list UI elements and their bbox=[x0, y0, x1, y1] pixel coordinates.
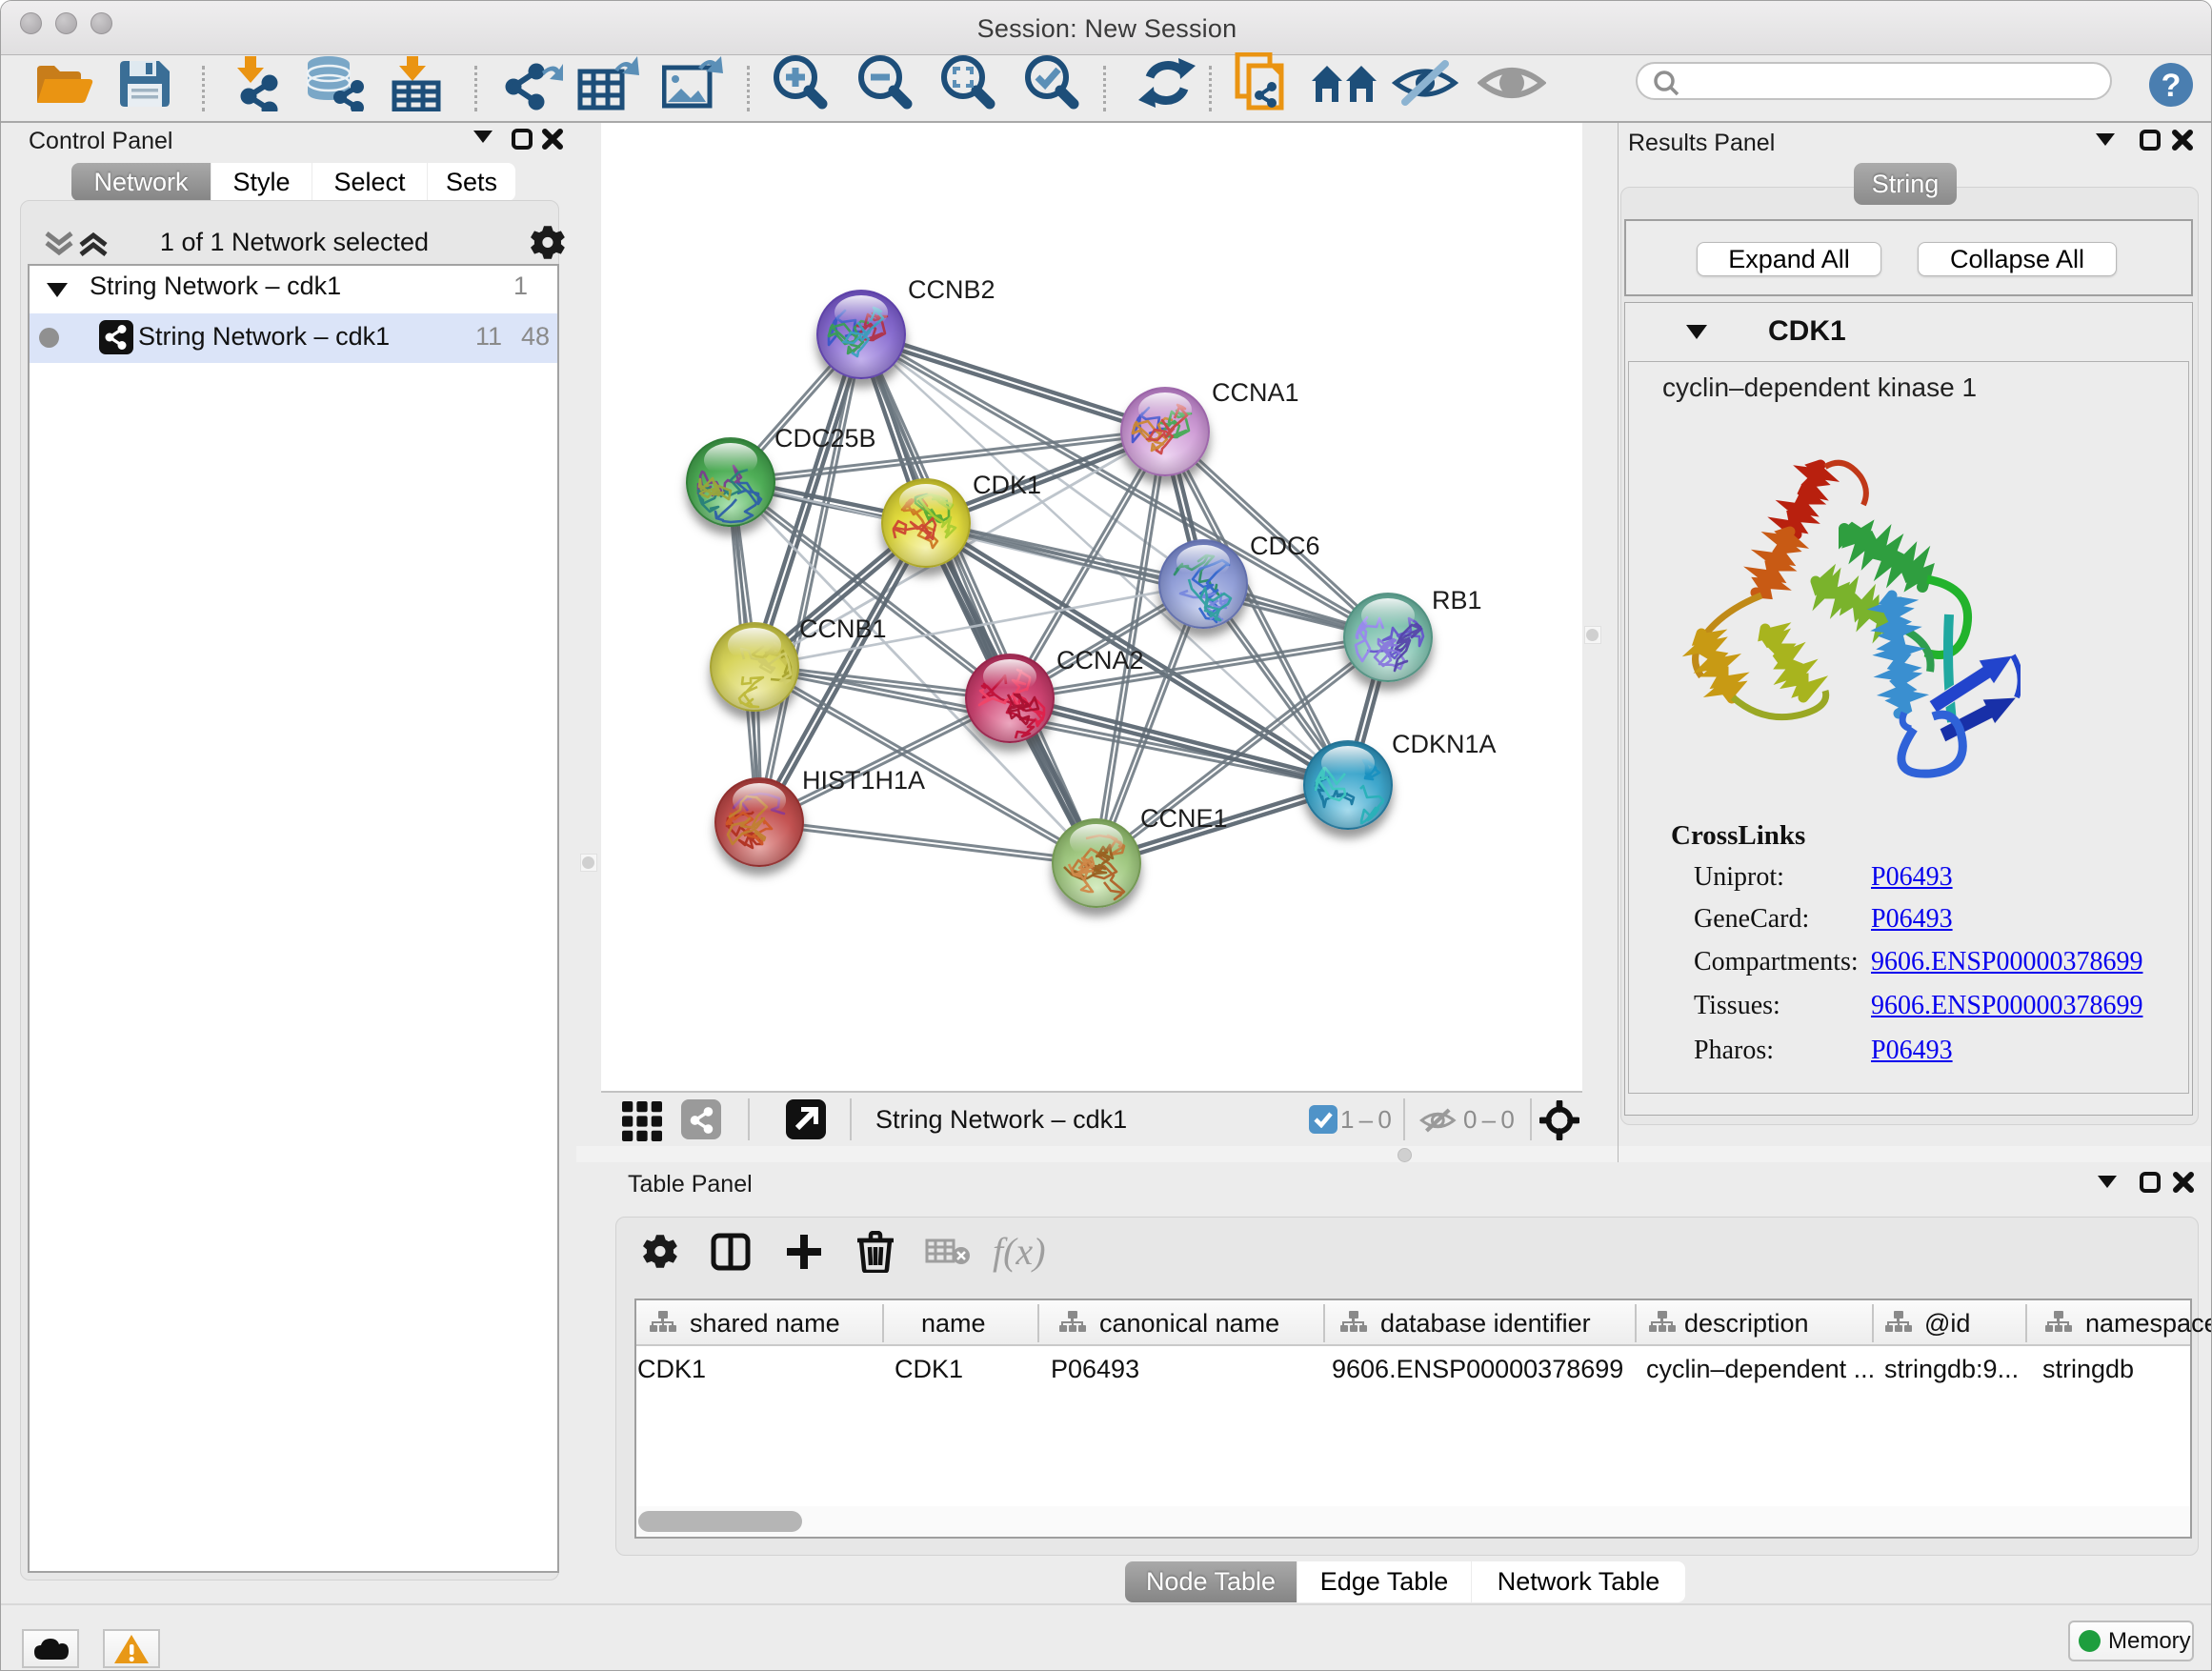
svg-text:?: ? bbox=[2162, 68, 2182, 104]
